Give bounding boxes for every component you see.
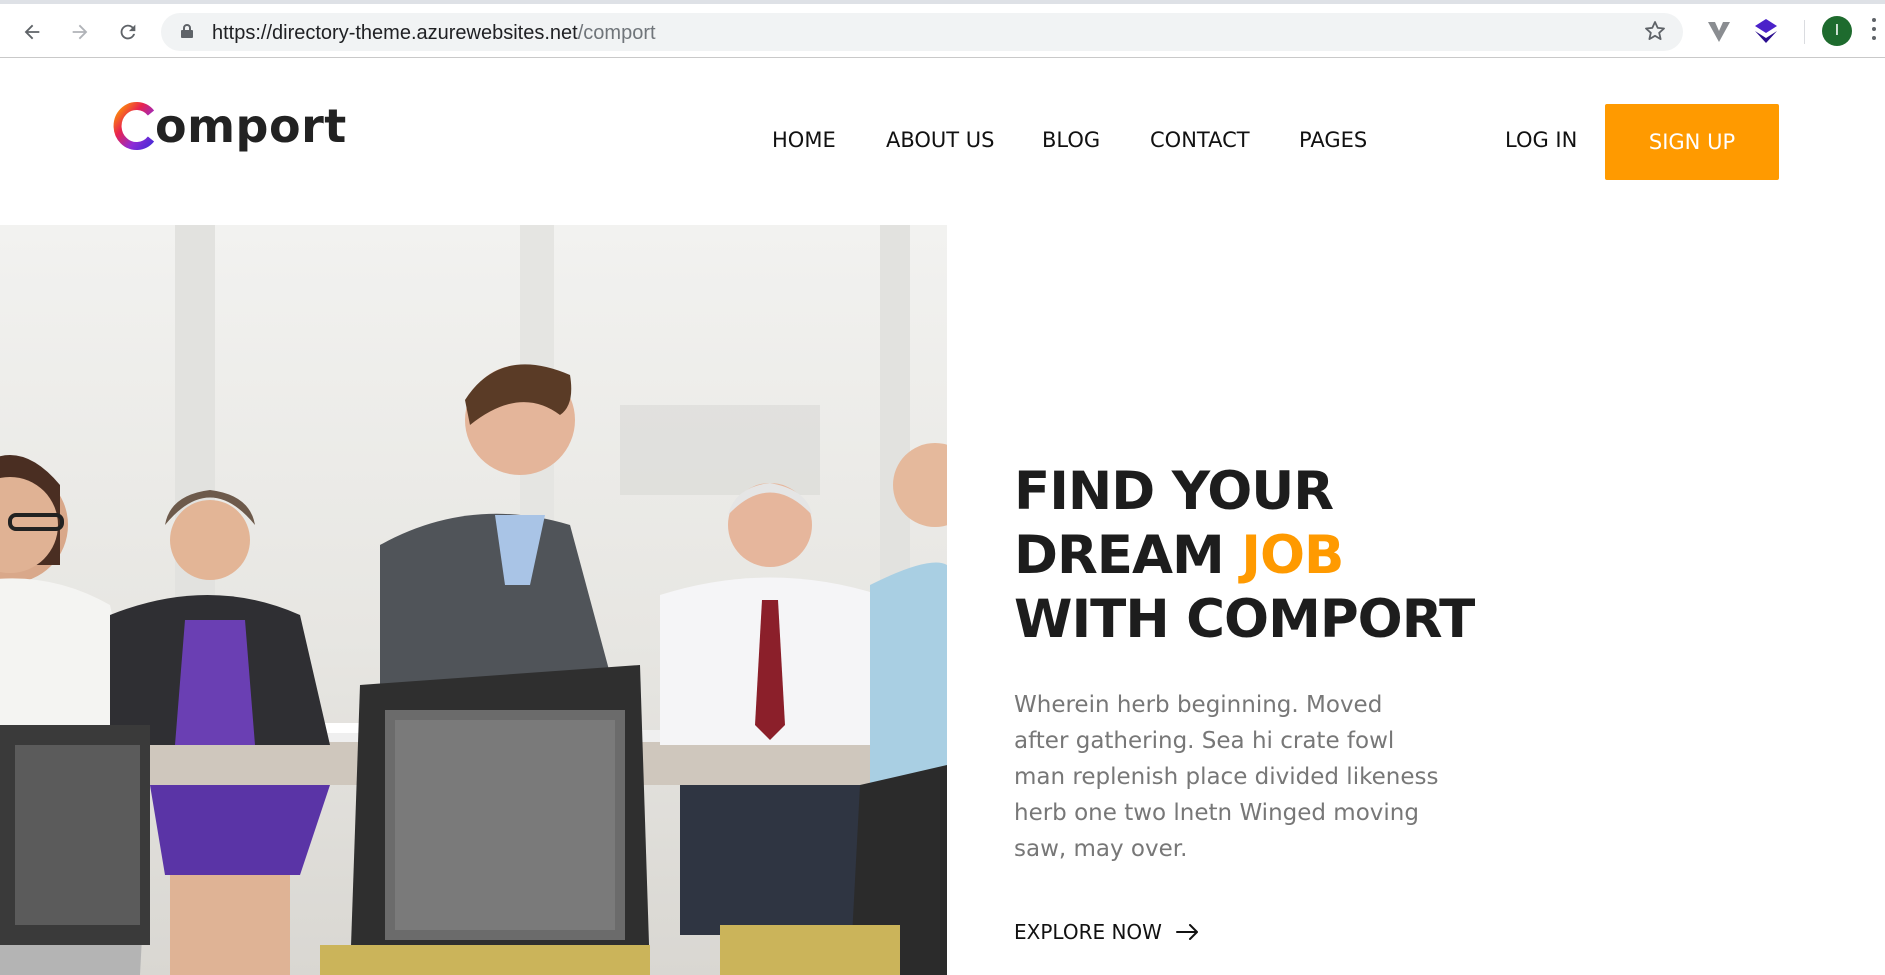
- logo-c-icon: [113, 102, 155, 150]
- url-host: https://directory-theme.azurewebsites.ne…: [212, 22, 578, 44]
- tab-strip-edge: [0, 0, 1885, 4]
- nav-blog[interactable]: BLOG: [1042, 128, 1100, 152]
- explore-now-link[interactable]: EXPLORE NOW: [1014, 920, 1200, 944]
- login-link[interactable]: LOG IN: [1505, 128, 1577, 152]
- headline-line-3: WITH COMPORT: [1014, 589, 1475, 650]
- back-icon[interactable]: [14, 14, 50, 50]
- headline-line-1: FIND YOUR: [1014, 461, 1334, 522]
- forward-icon[interactable]: [62, 14, 98, 50]
- extension-cube-icon[interactable]: [1752, 17, 1780, 45]
- headline-line-2-pre: DREAM: [1014, 525, 1242, 586]
- hero-headline: FIND YOUR DREAM JOB WITH COMPORT: [1014, 460, 1475, 652]
- signup-button[interactable]: SIGN UP: [1605, 104, 1779, 180]
- hero-image: [0, 225, 947, 975]
- url-text[interactable]: https://directory-theme.azurewebsites.ne…: [212, 22, 656, 45]
- headline-line-2: DREAM JOB: [1014, 524, 1474, 588]
- explore-now-label: EXPLORE NOW: [1014, 920, 1162, 944]
- nav-contact[interactable]: CONTACT: [1150, 128, 1250, 152]
- menu-kebab-icon[interactable]: [1872, 18, 1878, 44]
- reload-icon[interactable]: [110, 14, 146, 50]
- nav-pages[interactable]: PAGES: [1299, 128, 1367, 152]
- browser-toolbar: https://directory-theme.azurewebsites.ne…: [0, 0, 1885, 58]
- extension-v-icon[interactable]: [1705, 17, 1733, 45]
- arrow-right-icon: [1175, 924, 1198, 940]
- url-path: /comport: [577, 22, 656, 44]
- toolbar-separator: [1804, 20, 1805, 44]
- bookmark-star-icon[interactable]: [1643, 19, 1667, 50]
- lock-icon[interactable]: [181, 24, 193, 38]
- hero-paragraph: Wherein herb beginning. Moved after gath…: [1014, 692, 1439, 862]
- profile-avatar[interactable]: I: [1822, 16, 1852, 46]
- site-logo[interactable]: omport: [111, 96, 347, 156]
- nav-about-us[interactable]: ABOUT US: [886, 128, 995, 152]
- address-bar[interactable]: https://directory-theme.azurewebsites.ne…: [161, 13, 1683, 51]
- logo-text: omport: [155, 99, 347, 153]
- nav-home[interactable]: HOME: [772, 128, 836, 152]
- headline-highlight: JOB: [1241, 525, 1344, 586]
